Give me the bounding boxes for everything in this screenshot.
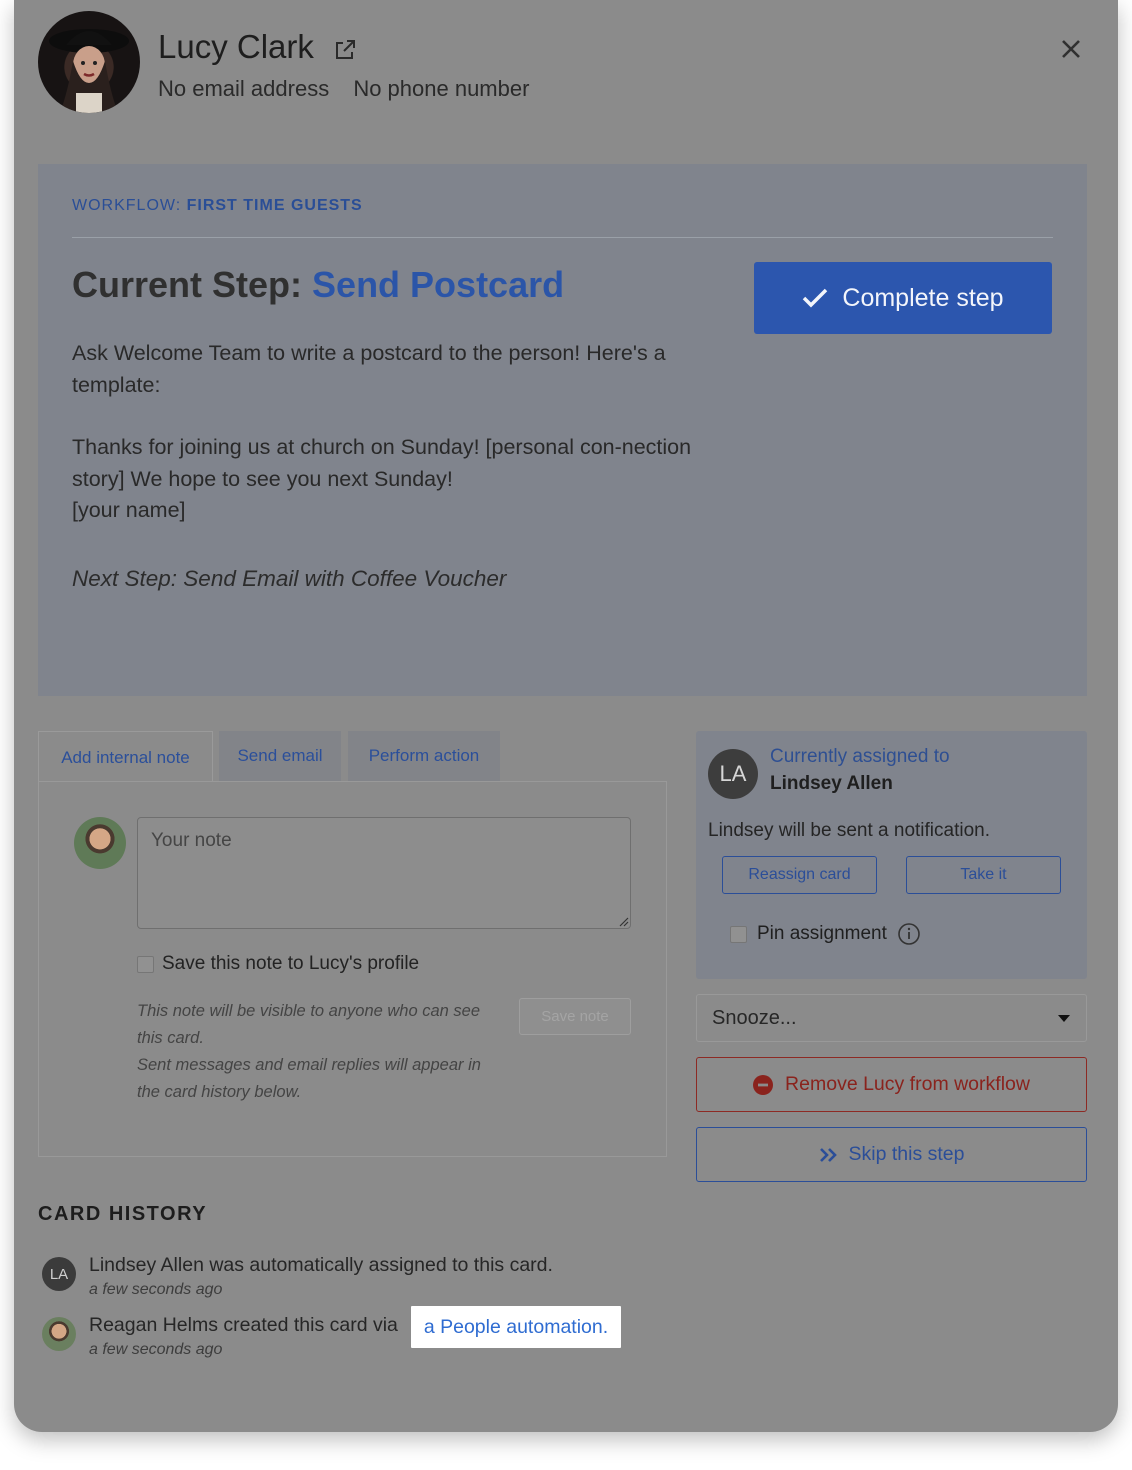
checkmark-icon — [803, 288, 828, 308]
step-description-intro: Ask Welcome Team to write a postcard to … — [72, 341, 666, 397]
remove-from-workflow-label: Remove Lucy from workflow — [785, 1073, 1030, 1095]
note-input[interactable] — [137, 817, 631, 929]
snooze-value: Snooze... — [712, 1006, 797, 1029]
assignee-name: Lindsey Allen — [770, 773, 893, 794]
current-step-prefix: Current Step: — [72, 264, 303, 305]
close-icon[interactable] — [1058, 36, 1084, 62]
skip-step-button[interactable]: Skip this step — [696, 1127, 1087, 1182]
workflow-name: FIRST TIME GUESTS — [186, 197, 363, 214]
take-it-button[interactable]: Take it — [906, 856, 1061, 894]
assignment-label: Currently assigned to — [770, 746, 950, 767]
workflow-card-modal: Lucy Clark No email address No phone num… — [14, 0, 1118, 1432]
pin-assignment-label: Pin assignment — [757, 923, 887, 944]
note-panel: Save this note to Lucy's profile This no… — [38, 781, 667, 1157]
history-text: Lindsey Allen was automatically assigned… — [89, 1254, 553, 1276]
save-to-profile-row: Save this note to Lucy's profile — [137, 953, 419, 975]
save-to-profile-label: Save this note to Lucy's profile — [162, 953, 420, 974]
email-status: No email address — [158, 76, 330, 101]
workflow-label: WORKFLOW: FIRST TIME GUESTS — [72, 197, 363, 215]
history-time: a few seconds ago — [89, 1341, 223, 1358]
phone-status: No phone number — [353, 76, 530, 101]
complete-step-label: Complete step — [842, 283, 1004, 312]
remove-from-workflow-button[interactable]: Remove Lucy from workflow — [696, 1057, 1087, 1112]
avatar — [74, 817, 126, 869]
history-time: a few seconds ago — [89, 1281, 223, 1298]
double-chevron-right-icon — [819, 1147, 837, 1162]
pin-assignment-row: Pin assignment — [730, 922, 921, 946]
external-link-icon[interactable] — [333, 38, 357, 62]
current-step-title: Current Step: Send Postcard — [72, 264, 564, 306]
divider — [72, 237, 1053, 238]
minus-circle-icon — [753, 1074, 774, 1095]
avatar: LA — [708, 749, 758, 799]
people-automation-link[interactable]: a People automation. — [411, 1306, 621, 1348]
contact-info: No email address No phone number — [158, 76, 547, 102]
save-to-profile-checkbox[interactable] — [137, 955, 154, 973]
workflow-label-prefix: WORKFLOW: — [72, 197, 182, 214]
note-help-text: This note will be visible to anyone who … — [137, 998, 507, 1106]
note-help-visibility: This note will be visible to anyone who … — [137, 1002, 481, 1047]
snooze-select[interactable]: Snooze... — [696, 994, 1087, 1042]
workflow-panel: WORKFLOW: FIRST TIME GUESTS Current Step… — [38, 164, 1087, 696]
complete-step-button[interactable]: Complete step — [754, 262, 1052, 334]
history-text: Reagan Helms created this card via — [89, 1314, 398, 1336]
resize-handle-icon[interactable] — [619, 917, 629, 927]
chevron-down-icon — [1058, 1015, 1070, 1022]
notification-text: Lindsey will be sent a notification. — [708, 820, 990, 841]
tab-send-email[interactable]: Send email — [219, 731, 341, 781]
step-description: Ask Welcome Team to write a postcard to … — [72, 338, 712, 558]
tab-add-internal-note[interactable]: Add internal note — [38, 731, 213, 784]
pin-assignment-checkbox[interactable] — [730, 925, 747, 943]
step-description-signature: [your name] — [72, 498, 186, 522]
save-note-button[interactable]: Save note — [519, 998, 631, 1035]
card-history-title: CARD HISTORY — [38, 1203, 208, 1225]
person-avatar — [38, 11, 140, 113]
person-name: Lucy Clark — [158, 28, 314, 65]
reassign-card-button[interactable]: Reassign card — [722, 856, 877, 894]
skip-step-label: Skip this step — [848, 1143, 965, 1165]
current-step-name: Send Postcard — [312, 264, 565, 305]
info-icon[interactable] — [897, 922, 921, 946]
step-description-template: Thanks for joining us at church on Sunda… — [72, 435, 692, 491]
avatar — [42, 1317, 76, 1351]
tab-perform-action[interactable]: Perform action — [348, 731, 500, 781]
next-step: Next Step: Send Email with Coffee Vouche… — [72, 566, 507, 591]
assignment-panel: LA Currently assigned to Lindsey Allen L… — [696, 731, 1087, 979]
avatar: LA — [42, 1257, 76, 1291]
note-help-history: Sent messages and email replies will app… — [137, 1056, 481, 1101]
